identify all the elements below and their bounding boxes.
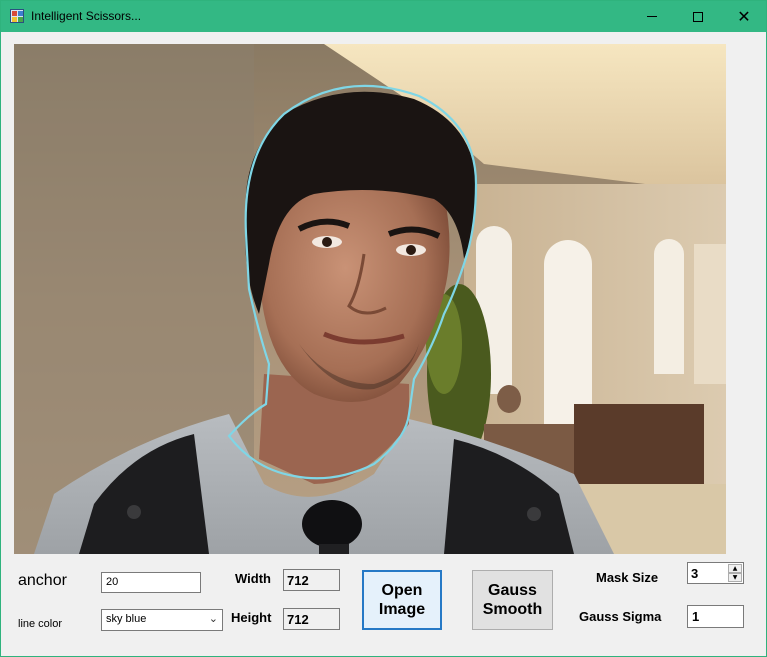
- gauss-smooth-button[interactable]: Gauss Smooth: [472, 570, 553, 630]
- app-window: Intelligent Scissors... ✕ anchor 20 line…: [0, 0, 767, 657]
- anchor-label: anchor: [18, 572, 67, 589]
- anchor-input[interactable]: 20: [101, 572, 201, 593]
- spin-up-icon[interactable]: ▲: [728, 564, 742, 573]
- open-image-label: Open Image: [378, 582, 426, 618]
- line-color-select[interactable]: sky blue ⌄: [101, 609, 223, 631]
- height-label: Height: [231, 610, 272, 625]
- chevron-down-icon: ⌄: [208, 612, 218, 625]
- close-button[interactable]: ✕: [721, 1, 767, 32]
- minimize-icon: [647, 16, 657, 17]
- mask-size-stepper[interactable]: 3 ▲ ▼: [687, 562, 744, 584]
- spin-down-icon[interactable]: ▼: [728, 573, 742, 582]
- portrait-photo: [14, 44, 726, 554]
- minimize-button[interactable]: [629, 1, 675, 32]
- app-icon: [10, 9, 24, 23]
- client-area: anchor 20 line color sky blue ⌄ Width 71…: [1, 32, 766, 656]
- image-canvas[interactable]: [14, 44, 726, 554]
- gauss-sigma-label: Gauss Sigma: [579, 609, 662, 624]
- mask-size-value: 3: [691, 566, 699, 581]
- line-color-label: line color: [18, 618, 63, 630]
- maximize-button[interactable]: [675, 1, 721, 32]
- gauss-smooth-label: Gauss Smooth: [482, 582, 543, 618]
- width-field[interactable]: 712: [283, 569, 340, 591]
- width-label: Width: [235, 571, 271, 586]
- title-bar[interactable]: Intelligent Scissors... ✕: [1, 1, 766, 32]
- window-title: Intelligent Scissors...: [31, 9, 142, 23]
- open-image-button[interactable]: Open Image: [362, 570, 442, 630]
- maximize-icon: [693, 11, 703, 22]
- close-icon: ✕: [737, 6, 751, 26]
- height-field[interactable]: 712: [283, 608, 340, 630]
- line-color-value: sky blue: [106, 613, 147, 625]
- mask-size-label: Mask Size: [596, 570, 659, 585]
- gauss-sigma-input[interactable]: 1: [687, 605, 744, 628]
